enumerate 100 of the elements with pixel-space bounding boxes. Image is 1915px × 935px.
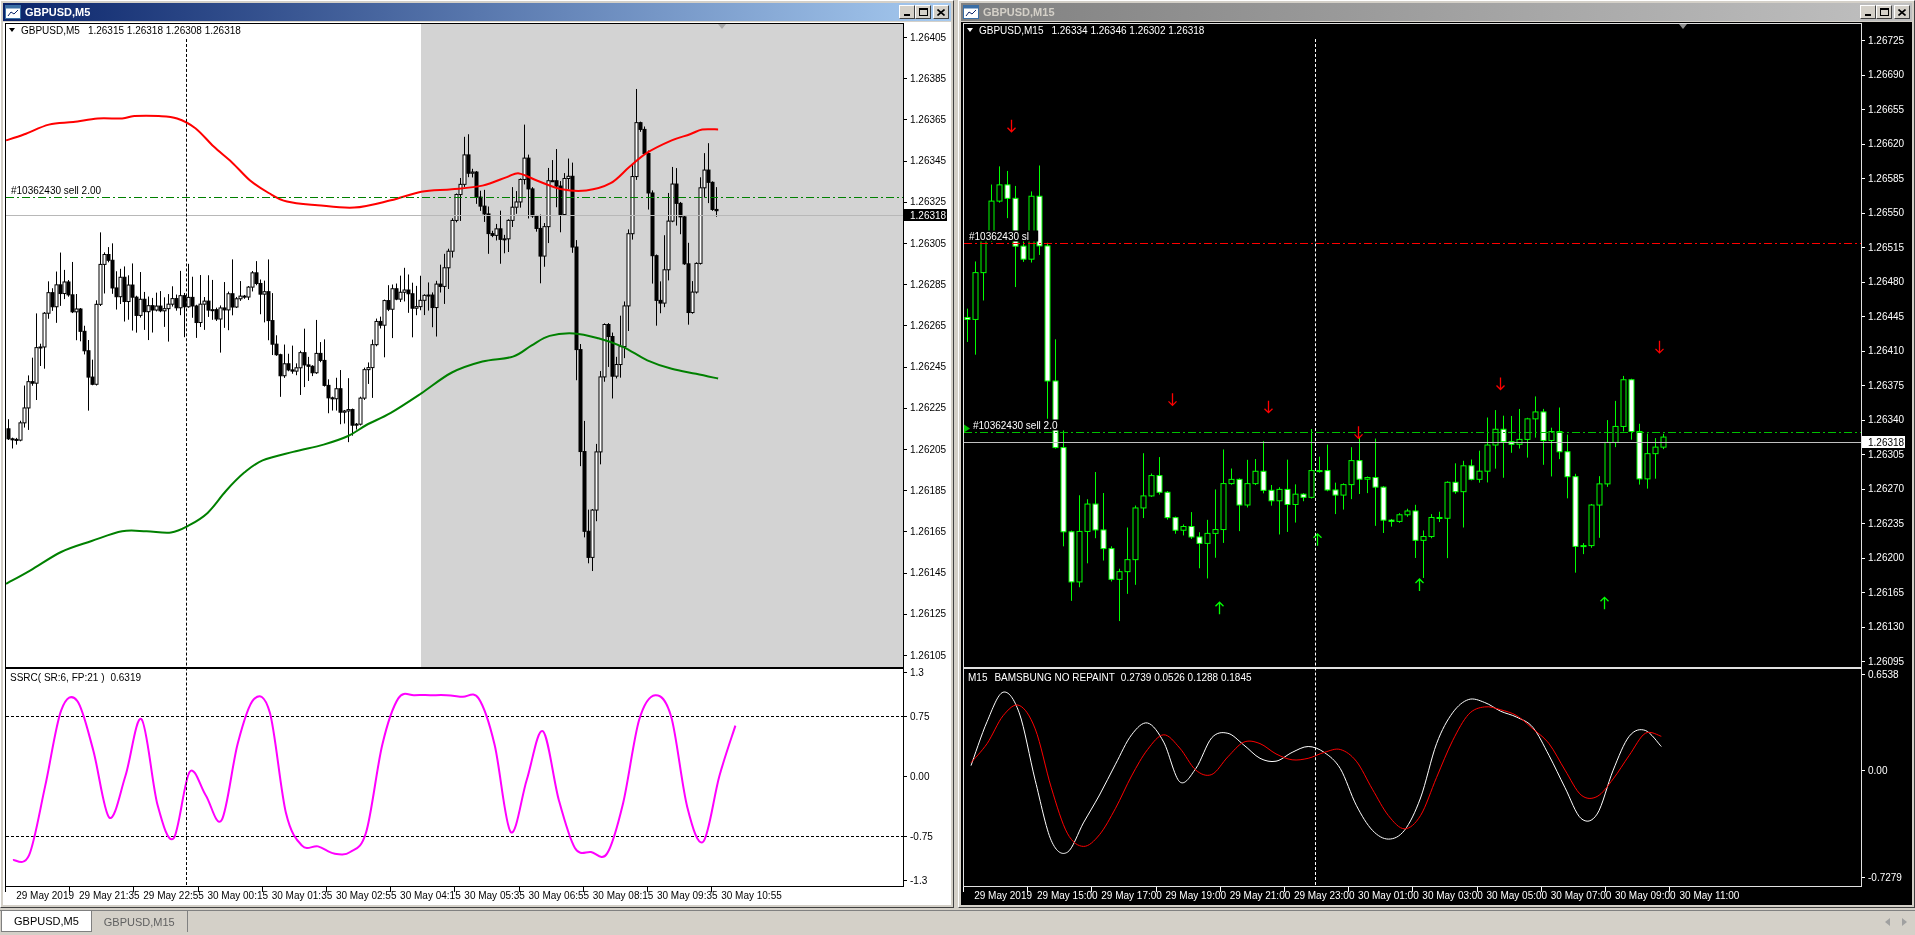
price-label: 1.26225 bbox=[910, 402, 947, 414]
triangle-icon bbox=[1679, 24, 1687, 29]
price-label: 1.26205 bbox=[910, 443, 947, 455]
chart-header: GBPUSD,M5 1.26315 1.26318 1.26308 1.26318 bbox=[21, 25, 241, 36]
minimize-icon bbox=[1865, 14, 1871, 16]
price-label: 1.26445 bbox=[1868, 310, 1905, 322]
indicator-scale-label: -0.7279 bbox=[1868, 871, 1902, 883]
price-label: 1.26265 bbox=[910, 320, 947, 331]
down-arrow-icon bbox=[1654, 340, 1665, 354]
price-label: 1.26515 bbox=[1868, 241, 1905, 253]
time-label: 30 May 05:35 bbox=[464, 890, 525, 901]
price-label: 1.26365 bbox=[910, 114, 947, 125]
price-label: 1.26185 bbox=[910, 484, 947, 496]
down-arrow-icon bbox=[1263, 400, 1274, 414]
time-label: 30 May 05:00 bbox=[1486, 890, 1548, 901]
price-label: 1.26655 bbox=[1868, 103, 1905, 115]
price-label: 1.26245 bbox=[910, 361, 947, 373]
maximize-button[interactable] bbox=[915, 5, 931, 19]
price-label: 1.26200 bbox=[1868, 552, 1905, 564]
indicator-scale-label: 0.00 bbox=[910, 770, 930, 782]
time-label: 29 May 15:00 bbox=[1037, 890, 1098, 901]
maximize-icon bbox=[1879, 8, 1889, 16]
minimize-button[interactable] bbox=[1860, 5, 1876, 19]
time-label: 30 May 04:15 bbox=[400, 890, 461, 901]
price-label: 1.26105 bbox=[910, 649, 947, 661]
down-arrow-icon bbox=[1167, 392, 1178, 407]
close-icon bbox=[1898, 8, 1906, 16]
order-label: #10362430 sl bbox=[969, 230, 1030, 242]
minimize-button[interactable] bbox=[899, 5, 915, 19]
time-label: 30 May 10:55 bbox=[721, 890, 782, 901]
price-label: 1.26165 bbox=[910, 526, 947, 537]
up-arrow-icon bbox=[1414, 578, 1425, 592]
triangle-icon bbox=[718, 24, 726, 29]
window-title: GBPUSD,M15 bbox=[983, 6, 1056, 18]
time-label: 29 May 23:00 bbox=[1293, 890, 1355, 901]
price-label: 1.26095 bbox=[1868, 655, 1905, 667]
price-label: 1.26340 bbox=[1868, 414, 1905, 426]
time-label: 30 May 11:00 bbox=[1679, 890, 1740, 901]
chart-icon bbox=[5, 5, 21, 19]
close-button[interactable] bbox=[1894, 5, 1910, 19]
price-label: 1.26585 bbox=[1868, 172, 1905, 184]
price-label: 1.26325 bbox=[910, 196, 947, 208]
time-label: 30 May 08:15 bbox=[592, 890, 654, 901]
price-label: 1.26165 bbox=[1868, 586, 1905, 598]
time-label: 29 May 2019 bbox=[974, 890, 1033, 901]
maximize-button[interactable] bbox=[1876, 5, 1892, 19]
close-button[interactable] bbox=[933, 5, 949, 19]
price-label: 1.26405 bbox=[910, 31, 947, 43]
price-label: 1.26125 bbox=[910, 608, 947, 620]
tab[interactable]: GBPUSD,M15 bbox=[91, 911, 188, 932]
window-title: GBPUSD,M5 bbox=[25, 6, 92, 18]
indicator-scale-label: 0.75 bbox=[910, 710, 930, 722]
time-label: 29 May 17:00 bbox=[1101, 890, 1162, 901]
price-label: 1.26145 bbox=[910, 567, 947, 579]
time-label: 30 May 09:35 bbox=[656, 890, 718, 901]
price-label: 1.26550 bbox=[1868, 207, 1905, 219]
time-label: 30 May 02:55 bbox=[335, 890, 397, 901]
current-price-label: 1.26318 bbox=[1862, 436, 1905, 448]
indicator-scale-label: 0.00 bbox=[1868, 764, 1888, 776]
current-price-label: 1.26318 bbox=[904, 209, 947, 221]
down-arrow-icon bbox=[1353, 425, 1364, 440]
time-label: 30 May 03:00 bbox=[1422, 890, 1483, 901]
price-label: 1.26130 bbox=[1868, 621, 1905, 633]
price-label: 1.26725 bbox=[1868, 34, 1905, 46]
price-label: 1.26480 bbox=[1868, 276, 1905, 288]
time-label: 30 May 01:00 bbox=[1358, 890, 1419, 901]
indicator-scale-label: 0.6538 bbox=[1868, 668, 1899, 680]
price-label: 1.26285 bbox=[910, 278, 947, 290]
time-label: 29 May 19:00 bbox=[1165, 890, 1227, 901]
up-arrow-icon bbox=[1599, 596, 1610, 610]
time-label: 30 May 01:35 bbox=[271, 890, 333, 901]
caret-icon[interactable] bbox=[967, 28, 973, 32]
time-label: 30 May 07:00 bbox=[1550, 890, 1612, 901]
maximize-icon bbox=[918, 8, 928, 16]
indicator-scale-label: -0.75 bbox=[910, 830, 933, 842]
up-arrow-icon bbox=[1214, 601, 1225, 615]
time-label: 30 May 00:15 bbox=[207, 890, 269, 901]
time-label: 29 May 22:55 bbox=[143, 890, 204, 901]
caret-icon[interactable] bbox=[9, 28, 15, 32]
up-arrow-icon bbox=[1312, 532, 1323, 547]
price-label: 1.26690 bbox=[1868, 69, 1905, 81]
close-icon bbox=[937, 8, 945, 16]
order-label: #10362430 sell 2.0 bbox=[973, 419, 1058, 431]
price-label: 1.26620 bbox=[1868, 138, 1905, 150]
price-label: 1.26305 bbox=[910, 237, 947, 249]
price-label: 1.26385 bbox=[910, 72, 947, 84]
chart-header: GBPUSD,M15 1.26334 1.26346 1.26302 1.26318 bbox=[979, 25, 1205, 36]
price-label: 1.26375 bbox=[1868, 379, 1905, 391]
tab[interactable]: GBPUSD,M5 bbox=[1, 911, 92, 932]
order-label: #10362430 sell 2.00 bbox=[11, 184, 102, 196]
chart-icon bbox=[963, 5, 979, 19]
time-label: 30 May 09:00 bbox=[1614, 890, 1676, 901]
indicator-scale-label: 1.3 bbox=[910, 666, 924, 678]
time-label: 29 May 21:00 bbox=[1229, 890, 1291, 901]
price-label: 1.26345 bbox=[910, 155, 947, 167]
price-label: 1.26270 bbox=[1868, 483, 1905, 495]
time-label: 30 May 06:55 bbox=[528, 890, 590, 901]
time-label: 29 May 2019 bbox=[16, 890, 75, 901]
time-label: 29 May 21:35 bbox=[79, 890, 140, 901]
indicator-scale-label: -1.3 bbox=[910, 874, 928, 886]
